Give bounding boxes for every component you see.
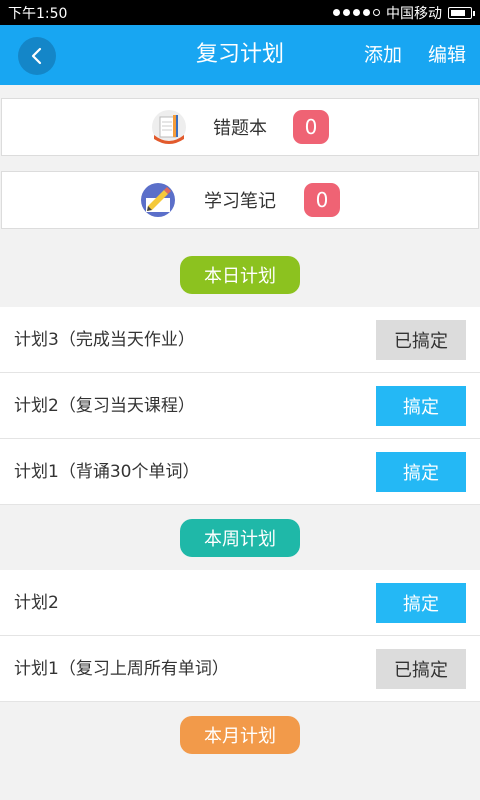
page-title: 复习计划: [195, 42, 284, 67]
plan-row: 计划1（复习上周所有单词） 已搞定: [0, 636, 480, 702]
wrong-questions-count: 0: [293, 110, 329, 144]
done-button[interactable]: 已搞定: [376, 649, 466, 689]
section-day-plans: 本日计划: [180, 256, 300, 294]
battery-icon: [448, 6, 475, 19]
plan-label: 计划3（完成当天作业）: [14, 330, 195, 350]
carrier-name: 中国移动: [386, 5, 442, 22]
section-month-plans: 本月计划: [180, 716, 300, 754]
plan-row: 计划2 搞定: [0, 570, 480, 636]
status-time: 下午1:50: [8, 5, 68, 22]
plan-row: 计划3（完成当天作业） 已搞定: [0, 307, 480, 373]
wrong-questions-card[interactable]: 错题本 0: [1, 98, 479, 156]
edit-button[interactable]: 编辑: [428, 25, 466, 85]
section-week-plans: 本周计划: [180, 519, 300, 557]
status-bar: 下午1:50 中国移动: [0, 0, 480, 25]
notebook-icon: [152, 110, 186, 144]
chevron-left-icon: [31, 47, 42, 65]
status-indicators: 中国移动: [333, 3, 475, 23]
back-button[interactable]: [18, 37, 56, 75]
study-notes-label: 学习笔记: [204, 191, 276, 212]
study-notes-card[interactable]: 学习笔记 0: [1, 171, 479, 229]
signal-icon: [333, 9, 380, 16]
add-button[interactable]: 添加: [364, 25, 402, 85]
wrong-questions-label: 错题本: [213, 118, 267, 139]
study-notes-count: 0: [304, 183, 340, 217]
plan-label: 计划2: [14, 593, 59, 613]
done-button[interactable]: 已搞定: [376, 320, 466, 360]
plan-row: 计划1（背诵30个单词） 搞定: [0, 439, 480, 505]
app-header: 复习计划 添加 编辑: [0, 25, 480, 85]
complete-button[interactable]: 搞定: [376, 386, 466, 426]
complete-button[interactable]: 搞定: [376, 583, 466, 623]
pencil-note-icon: [141, 183, 175, 217]
plan-row: 计划2（复习当天课程） 搞定: [0, 373, 480, 439]
plan-label: 计划1（背诵30个单词）: [14, 462, 200, 482]
plan-label: 计划1（复习上周所有单词）: [14, 659, 229, 679]
plan-label: 计划2（复习当天课程）: [14, 396, 195, 416]
complete-button[interactable]: 搞定: [376, 452, 466, 492]
